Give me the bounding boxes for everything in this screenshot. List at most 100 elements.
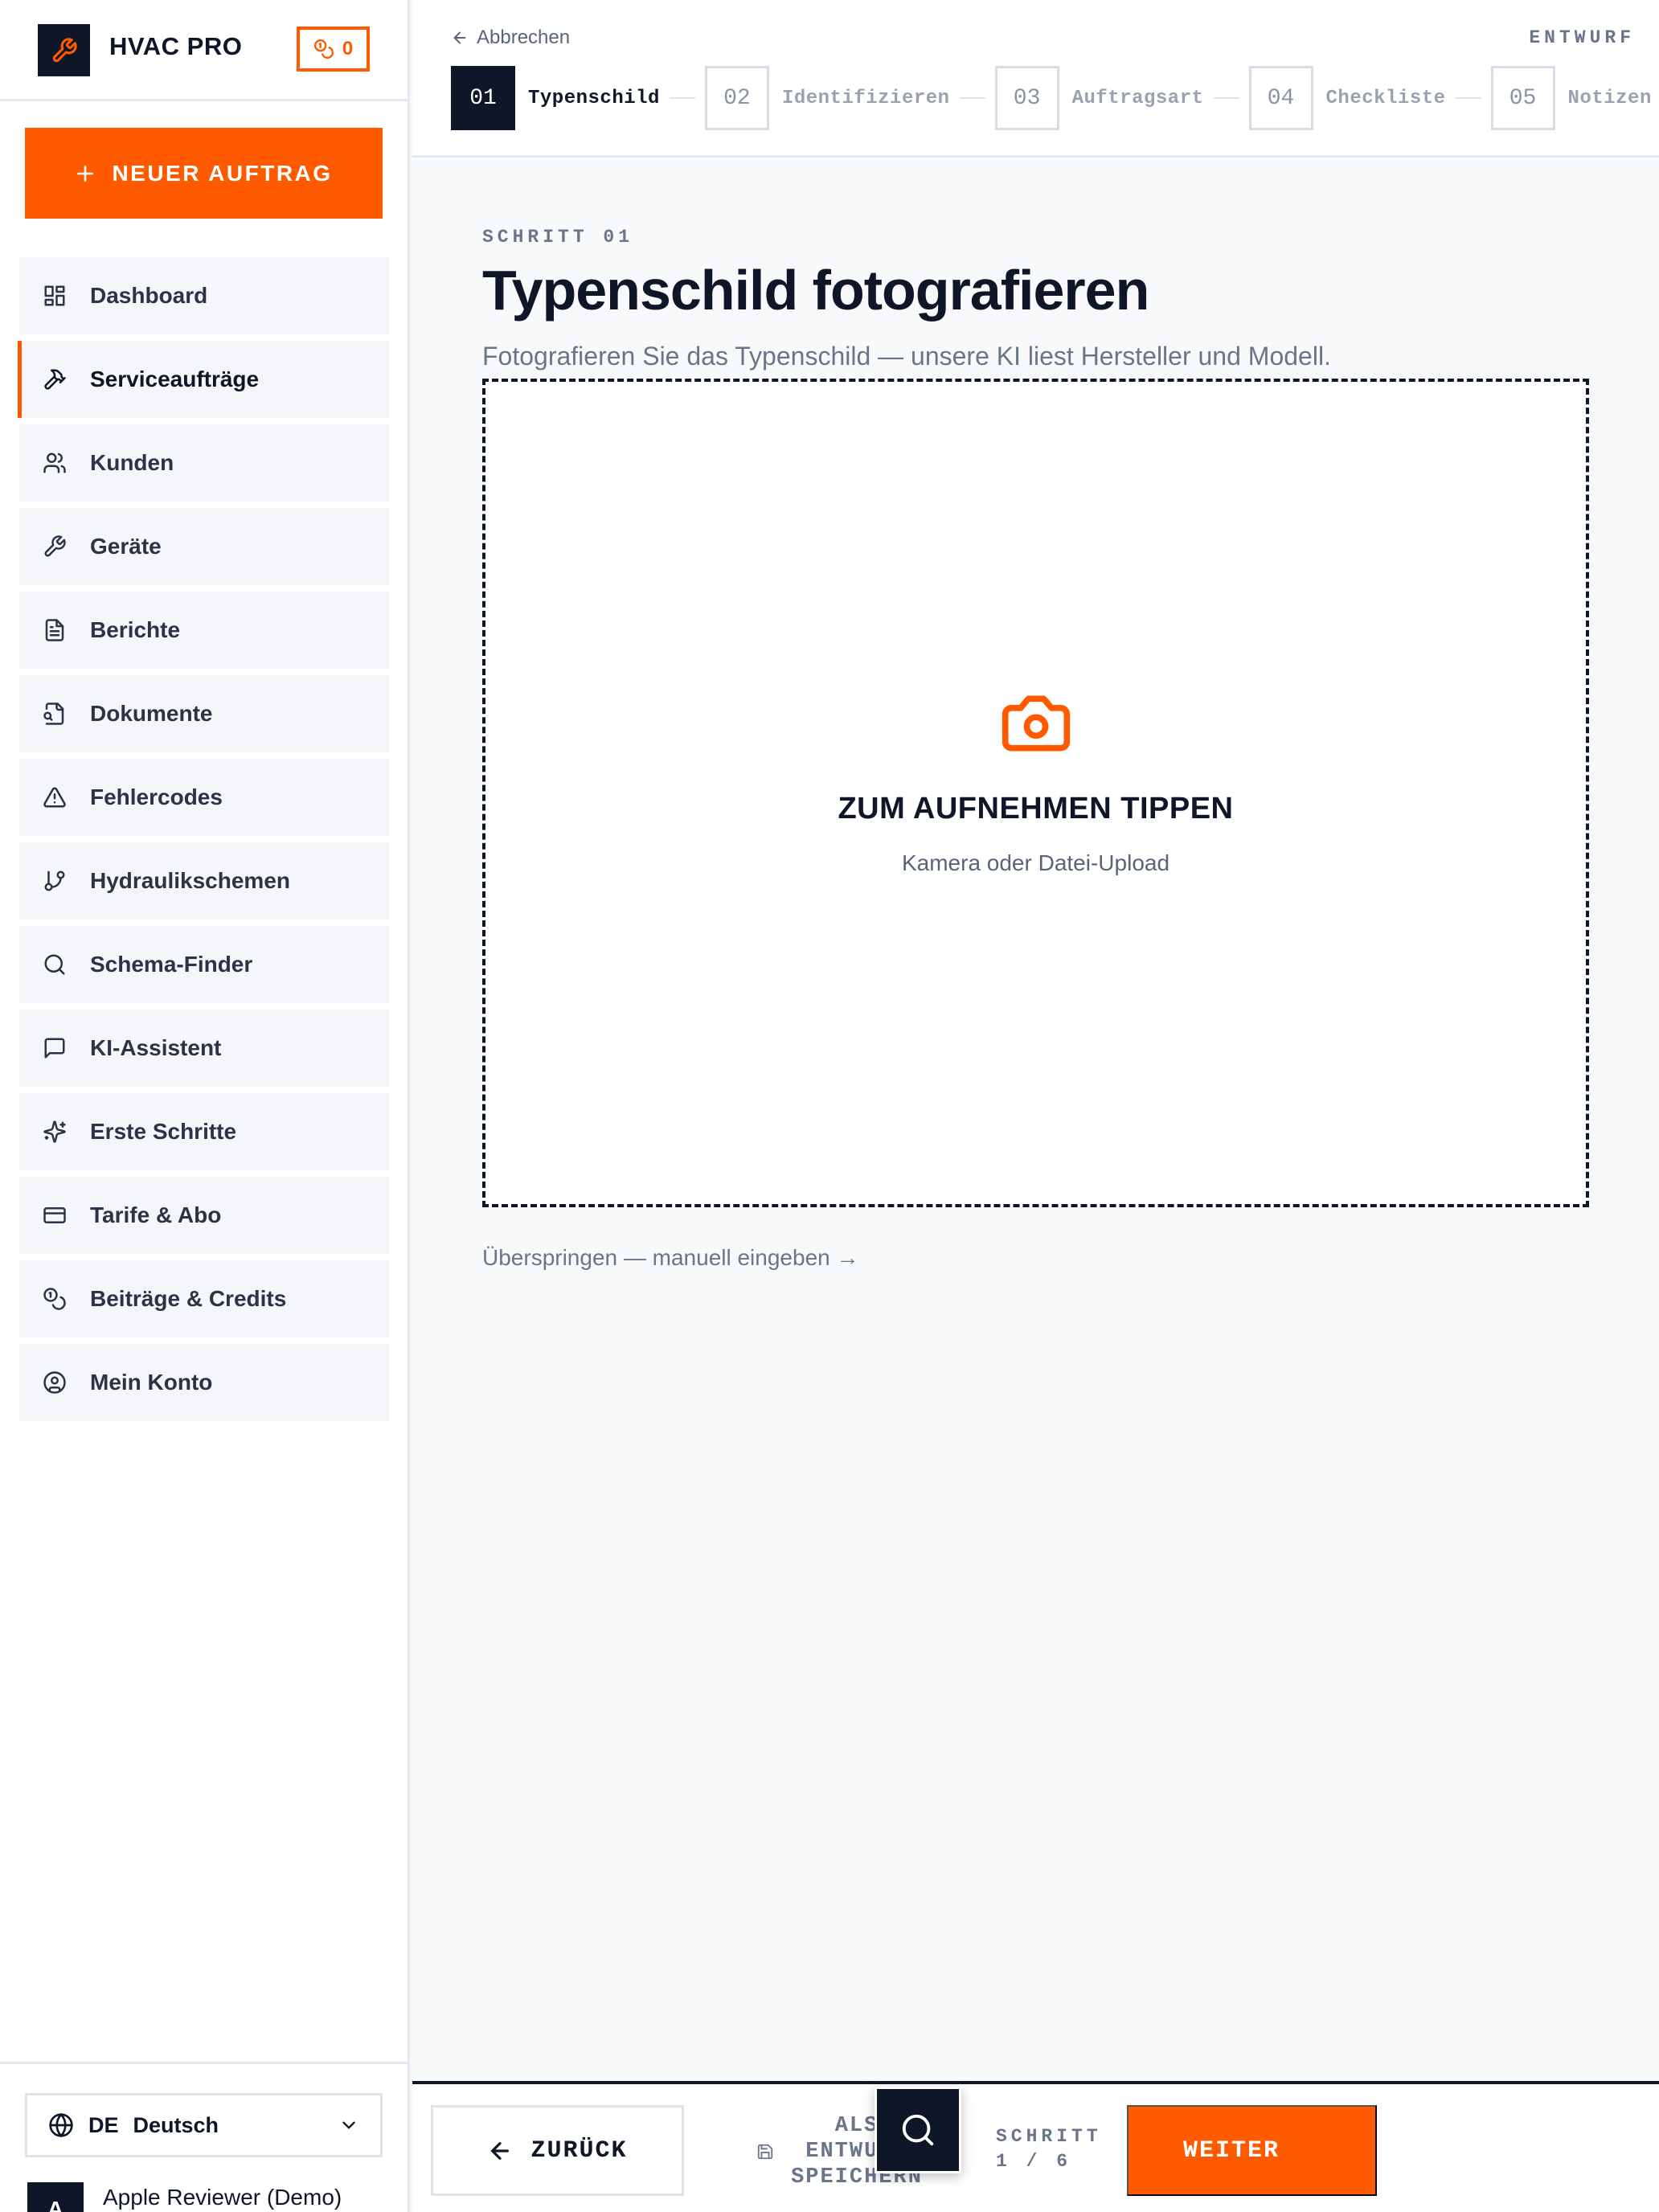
step-label: Notizen (1567, 87, 1652, 109)
sidebar-item-label: Erste Schritte (90, 1119, 237, 1144)
step-label: Auftragsart (1071, 87, 1204, 109)
sidebar-item-tarife-abo[interactable]: Tarife & Abo (19, 1177, 389, 1254)
new-order-label: NEUER AUFTRAG (112, 160, 333, 186)
sidebar-header: HVAC PRO 0 (0, 0, 408, 101)
step-label: Identifizieren (781, 87, 950, 109)
credits-badge[interactable]: 0 (297, 27, 370, 72)
skip-manual-link[interactable]: Überspringen — manuell eingeben → (482, 1245, 859, 1271)
step-counter-value: 1 / 6 (996, 2151, 1072, 2172)
step-number: 04 (1248, 66, 1313, 130)
sidebar-item-label: KI-Assistent (90, 1035, 222, 1060)
credits-count: 0 (342, 38, 354, 59)
sidebar-item-kunden[interactable]: Kunden (19, 424, 389, 502)
step-number: 05 (1490, 66, 1555, 130)
step-identifizieren[interactable]: 02 Identifizieren (704, 66, 950, 130)
step-connector (669, 97, 695, 99)
app-name: HVAC PRO (109, 32, 243, 60)
sidebar-item-erste-schritte[interactable]: Erste Schritte (19, 1093, 389, 1170)
step-auftragsart[interactable]: 03 Auftragsart (994, 66, 1204, 130)
camera-icon (999, 686, 1073, 764)
save-icon (757, 2144, 773, 2160)
step-connector (1213, 97, 1239, 99)
sidebar-item-ki-assistent[interactable]: KI-Assistent (19, 1010, 389, 1087)
step-counter: SCHRITT 1 / 6 (996, 2124, 1102, 2174)
page-subtitle: Fotografieren Sie das Typenschild — unse… (482, 342, 1331, 371)
sidebar-item-label: Mein Konto (90, 1370, 213, 1395)
arrow-left-icon (453, 31, 466, 44)
sidebar-item-label: Fehlercodes (90, 784, 223, 809)
search-icon (902, 2114, 934, 2146)
alert-triangle-icon (42, 784, 68, 810)
dashboard-icon (42, 283, 68, 309)
language-name: Deutsch (133, 2112, 219, 2137)
sidebar-item-dokumente[interactable]: Dokumente (19, 675, 389, 752)
sidebar-item-label: Hydraulikschemen (90, 868, 290, 893)
arrow-left-icon (490, 2141, 510, 2160)
page-title: Typenschild fotografieren (482, 259, 1149, 322)
step-connector (1455, 97, 1481, 99)
hammer-icon (42, 367, 68, 392)
step-number: 02 (704, 66, 769, 130)
sidebar-item-label: Serviceaufträge (90, 367, 260, 391)
file-text-icon (42, 617, 68, 643)
next-button[interactable]: WEITER (1127, 2105, 1377, 2196)
user-name[interactable]: Apple Reviewer (Demo) (103, 2185, 342, 2210)
sidebar-item-schema-finder[interactable]: Schema-Finder (19, 926, 389, 1003)
next-label: WEITER (1183, 2136, 1280, 2165)
coins-icon (313, 39, 334, 59)
sidebar-nav: Dashboard Serviceaufträge Kunden Geräte … (18, 257, 389, 1428)
file-search-icon (42, 701, 68, 727)
upload-hint: Kamera oder Datei-Upload (901, 850, 1170, 875)
photo-upload-zone[interactable]: ZUM AUFNEHMEN TIPPEN Kamera oder Datei-U… (482, 379, 1589, 1207)
wizard-footer: ZURÜCK ALS ENTWURF SPEICHERN SCHRITT 1 /… (412, 2081, 1659, 2212)
sidebar-item-geraete[interactable]: Geräte (19, 508, 389, 585)
sidebar-footer: DE Deutsch A Apple Reviewer (Demo) (0, 2062, 408, 2212)
step-eyebrow: SCHRITT 01 (482, 227, 634, 248)
sidebar-item-label: Geräte (90, 534, 162, 559)
back-button[interactable]: ZURÜCK (431, 2105, 684, 2196)
upload-title: ZUM AUFNEHMEN TIPPEN (838, 791, 1234, 825)
step-checkliste[interactable]: 04 Checkliste (1248, 66, 1446, 130)
step-number: 03 (994, 66, 1059, 130)
step-number: 01 (451, 66, 515, 130)
chevron-down-icon (338, 2115, 359, 2140)
user-circle-icon (42, 1370, 68, 1395)
step-connector (959, 97, 985, 99)
sidebar-item-mein-konto[interactable]: Mein Konto (19, 1344, 389, 1421)
message-square-icon (42, 1035, 68, 1061)
wrench-icon (42, 534, 68, 559)
sidebar-item-beitraege-credits[interactable]: Beiträge & Credits (19, 1260, 389, 1337)
step-typenschild[interactable]: 01 Typenschild (451, 66, 660, 130)
globe-icon (49, 2112, 73, 2138)
sidebar-item-label: Dashboard (90, 283, 208, 308)
users-icon (42, 450, 68, 476)
step-counter-label: SCHRITT (996, 2126, 1102, 2147)
avatar[interactable]: A (27, 2182, 84, 2212)
sidebar-item-serviceauftraege[interactable]: Serviceaufträge (18, 341, 389, 418)
wrench-icon (52, 37, 77, 62)
main-content: SCHRITT 01 Typenschild fotografieren Fot… (412, 160, 1659, 2081)
sidebar-item-label: Tarife & Abo (90, 1202, 222, 1227)
status-badge: ENTWURF (1529, 27, 1635, 48)
sidebar-item-fehlercodes[interactable]: Fehlercodes (19, 759, 389, 836)
plus-icon (77, 165, 94, 182)
search-fab[interactable] (875, 2087, 961, 2173)
language-select[interactable]: DE Deutsch (25, 2093, 383, 2157)
wizard-header: Abbrechen ENTWURF 01 Typenschild 02 Iden… (412, 0, 1659, 158)
sidebar-item-label: Berichte (90, 617, 181, 642)
sidebar-item-hydraulikschemen[interactable]: Hydraulikschemen (19, 842, 389, 920)
sidebar-item-label: Schema-Finder (90, 952, 253, 977)
app-logo[interactable] (38, 24, 90, 76)
back-label: ZURÜCK (530, 2136, 628, 2165)
sidebar-item-dashboard[interactable]: Dashboard (19, 257, 389, 334)
coins-icon (42, 1286, 68, 1312)
cancel-label: Abbrechen (477, 27, 571, 48)
language-code: DE (88, 2112, 119, 2137)
git-branch-icon (42, 868, 68, 894)
sidebar-item-berichte[interactable]: Berichte (19, 592, 389, 669)
new-order-button[interactable]: NEUER AUFTRAG (25, 128, 383, 219)
sidebar: HVAC PRO 0 NEUER AUFTRAG Dashboard Servi… (0, 0, 410, 2212)
step-notizen[interactable]: 05 Notizen (1490, 66, 1652, 130)
cancel-link[interactable]: Abbrechen (451, 27, 570, 49)
stepper: 01 Typenschild 02 Identifizieren 03 Auft… (451, 66, 1659, 130)
